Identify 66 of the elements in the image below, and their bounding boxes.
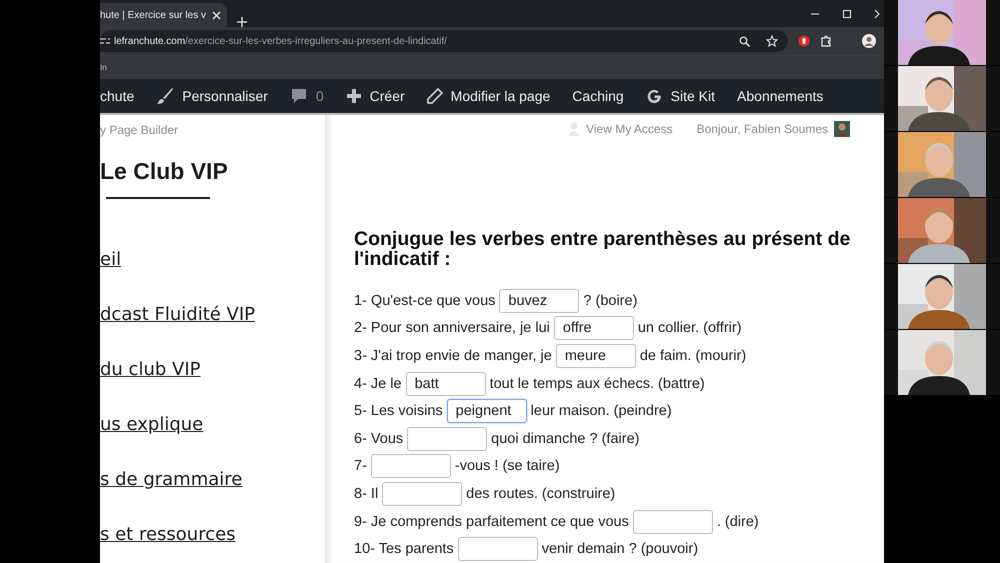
maximize-icon <box>842 8 852 18</box>
bookmark-label[interactable]: In <box>100 63 107 72</box>
admin-bar-item[interactable]: Créer <box>346 88 405 104</box>
admin-bar-item[interactable]: chute <box>100 88 134 104</box>
question-text: 1- Qu'est-ce que vous <box>354 292 496 309</box>
question-text: quoi dimanche ? (faire) <box>491 430 640 447</box>
answer-field[interactable]: batt <box>406 372 486 396</box>
exercise-heading: Conjugue les verbes entre parenthèses au présent de l'indicatif : <box>354 229 852 269</box>
question-text: 7- <box>354 458 367 474</box>
admin-bar-item[interactable]: Modifier la page <box>426 88 550 104</box>
question-text: ? (boire) <box>583 292 638 309</box>
answer-field[interactable]: buvez <box>499 288 580 313</box>
greeting-text: Bonjour, Fabien Soumes <box>696 122 828 136</box>
puzzle-icon <box>820 35 832 47</box>
answer-field[interactable] <box>370 454 451 478</box>
comment-count[interactable]: 0 <box>290 87 324 105</box>
avatar-icon <box>834 121 850 137</box>
question-text: 4- Je le <box>354 376 402 392</box>
sidebar-link[interactable]: du club VIP <box>100 359 325 383</box>
brush-icon <box>156 87 174 105</box>
question-text: 9- Je comprends parfaitement ce que vous <box>354 514 629 530</box>
answer-field[interactable] <box>632 510 713 534</box>
admin-bar-item[interactable]: Abonnements <box>737 88 824 104</box>
admin-bar-item[interactable]: Caching <box>572 88 624 104</box>
question-text: 3- J'ai trop envie de manger, je <box>354 348 552 364</box>
question-text: tout le temps aux échecs. (battre) <box>490 376 705 392</box>
pencil-icon <box>426 88 443 104</box>
question-text: 2- Pour son anniversaire, je lui <box>354 320 550 336</box>
answer-field[interactable]: meure <box>556 344 636 368</box>
zoom-icon <box>739 36 750 46</box>
avatar-icon <box>862 34 876 48</box>
sidebar-link[interactable]: dcast Fluidité VIP <box>100 304 325 328</box>
address-bar[interactable]: lefranchute.com/exercice-sur-les-verbes-irreguliers-au-present-de-lindicatif/ <box>100 30 788 52</box>
sidebar-link[interactable]: s et ressources <box>100 524 325 548</box>
sidebar-link[interactable]: s de grammaire <box>100 469 325 493</box>
question-text: 10- Tes parents <box>354 541 454 558</box>
sidebar-link[interactable]: us explique <box>100 414 325 438</box>
question-text: venir demain ? (pouvoir) <box>542 541 698 558</box>
question-text: de faim. (mourir) <box>640 348 746 364</box>
answer-field[interactable]: offre <box>554 316 634 340</box>
question-text: des routes. (construire) <box>466 486 616 502</box>
comment-icon <box>290 87 308 105</box>
admin-bar-item[interactable]: Personnaliser <box>156 87 268 105</box>
person-icon <box>568 122 580 136</box>
answer-field[interactable] <box>458 537 538 562</box>
answer-field[interactable] <box>382 482 462 506</box>
plus-icon <box>236 17 247 27</box>
sidebar-link[interactable]: eil <box>100 249 325 273</box>
google-icon <box>646 88 663 104</box>
star-icon <box>766 35 778 47</box>
sidebar-title: Le Club VIP <box>100 158 229 185</box>
question-text: 8- Il <box>354 486 378 502</box>
question-text: 6- Vous <box>354 430 404 447</box>
question-text: . (dire) <box>716 514 759 530</box>
question-text: 5- Les voisins <box>354 403 443 420</box>
plus-icon <box>346 88 362 104</box>
browser-tab[interactable]: hute | Exercice sur les v <box>100 3 227 27</box>
site-settings-icon <box>100 36 110 46</box>
question-text: -vous ! (se taire) <box>454 458 560 474</box>
answer-field[interactable]: peignent <box>446 399 527 424</box>
extension-icon <box>798 35 810 47</box>
page-builder-label: y Page Builder <box>100 123 178 137</box>
answer-field[interactable] <box>407 426 488 451</box>
question-text: leur maison. (peindre) <box>530 403 672 420</box>
question-text: un collier. (offrir) <box>638 320 742 336</box>
admin-bar-item[interactable]: Site Kit <box>646 88 716 104</box>
